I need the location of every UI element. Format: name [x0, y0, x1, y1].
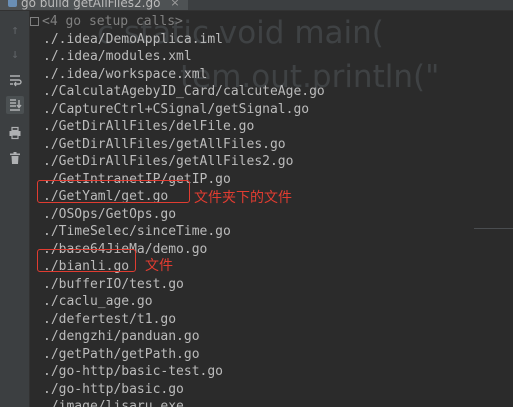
console-output[interactable]: c static void main( tem.out.println(" <4… — [30, 11, 513, 407]
console-line: ./defertest/t1.go — [43, 312, 177, 327]
arrow-down-icon[interactable]: ↓ — [6, 45, 24, 63]
trash-icon[interactable] — [6, 149, 24, 167]
highlight-box-bianli — [37, 249, 136, 272]
arrow-up-icon[interactable]: ↑ — [6, 21, 24, 39]
console-line: ./go-http/basic.go — [43, 382, 184, 397]
soft-wrap-icon[interactable] — [6, 71, 24, 89]
print-icon[interactable] — [6, 124, 24, 142]
console-line: ./image/lisaru.exe — [43, 399, 184, 407]
background-arrow-line — [474, 228, 513, 229]
console-line: ./TimeSelec/sinceTime.go — [43, 224, 231, 239]
console-line: ./caclu_age.go — [43, 294, 153, 309]
run-tab-bar: go build getAllFiles2.go × — [0, 0, 513, 11]
console-toolbar: ↑ ↓ — [0, 11, 30, 407]
run-console-window: go build getAllFiles2.go × ↑ ↓ c static … — [0, 0, 513, 407]
close-icon[interactable]: × — [170, 0, 179, 9]
go-file-icon — [8, 0, 17, 7]
run-tab[interactable]: go build getAllFiles2.go × — [0, 0, 188, 10]
console-line: ./.idea/modules.xml — [43, 49, 192, 64]
console-line: ./.idea/DemoApplica.iml — [43, 32, 224, 47]
highlight-box-getyaml — [37, 180, 190, 203]
console-line: ./getPath/getPath.go — [43, 347, 200, 362]
annotation-folder-files: 文件夹下的文件 — [194, 190, 292, 206]
run-tab-label: go build getAllFiles2.go — [21, 0, 161, 10]
console-header[interactable]: <4 go setup calls> — [30, 13, 183, 30]
console-line: ./CaptureCtrl+CSignal/getSignal.go — [43, 102, 310, 117]
console-line: ./bufferIO/test.go — [43, 277, 184, 292]
console-line: ./go-http/basic-test.go — [43, 364, 224, 379]
annotation-files: 文件 — [145, 258, 173, 274]
console-line: ./GetDirAllFiles/getAllFiles2.go — [43, 154, 294, 169]
scroll-to-end-icon[interactable] — [6, 96, 24, 114]
console-line: ./.idea/workspace.xml — [43, 67, 208, 82]
console-header-text: <4 go setup calls> — [42, 14, 183, 29]
console-line: ./GetDirAllFiles/delFile.go — [43, 119, 255, 134]
console-line: ./dengzhi/panduan.go — [43, 329, 200, 344]
console-line: ./GetDirAllFiles/getAllFiles.go — [43, 137, 286, 152]
fold-icon[interactable] — [30, 17, 39, 26]
console-line: ./CalculatAgebyID_Card/calcuteAge.go — [43, 84, 325, 99]
console-line: ./OSOps/GetOps.go — [43, 207, 177, 222]
